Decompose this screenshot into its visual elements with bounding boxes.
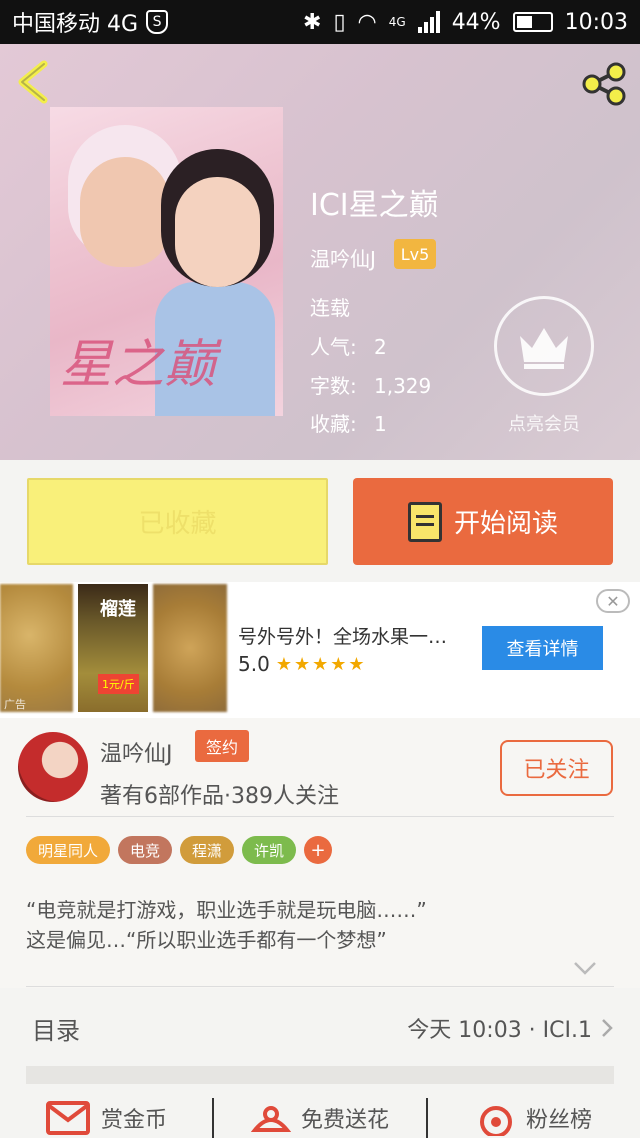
ad-image-durian: 榴莲 1元/斤	[78, 584, 148, 712]
signed-badge: 签约	[195, 730, 249, 762]
star-icons: ★★★★★	[275, 653, 367, 675]
book-cover[interactable]: 星之巅	[50, 107, 283, 416]
author-card-name[interactable]: 温吟仙J	[100, 736, 173, 768]
free-flower-button[interactable]: 免费送花	[214, 1098, 426, 1138]
cover-figure-right	[175, 177, 260, 287]
cover-title: 星之巅	[60, 335, 217, 395]
description-line: “电竞就是打游戏，职业选手就是玩电脑……”	[26, 898, 427, 922]
author-avatar[interactable]	[18, 732, 88, 802]
status-bar: 中国移动 4G S ✱ ▯ ◠ 4G 44% 10:03	[0, 0, 640, 44]
ad-image-label: 榴莲	[100, 599, 136, 620]
ad-details-button[interactable]: 查看详情	[482, 626, 603, 670]
divider	[26, 986, 614, 987]
catalog-update-text: 今天 10:03 · ICI.1	[407, 1018, 592, 1043]
free-flower-label: 免费送花	[300, 1108, 389, 1133]
book-status: 连载	[310, 296, 350, 320]
divider	[26, 816, 614, 817]
chevron-left-icon	[18, 60, 48, 104]
book-title: ICI星之巅	[310, 188, 439, 223]
tag-list: 明星同人 电竞 程潇 许凯 +	[26, 836, 333, 864]
author-name[interactable]: 温吟仙J	[310, 243, 376, 272]
bluetooth-icon: ✱	[303, 9, 322, 35]
flower-icon	[250, 1106, 291, 1132]
vibrate-icon: ▯	[333, 9, 346, 35]
level-badge: Lv5	[394, 239, 436, 269]
back-button[interactable]	[14, 60, 54, 104]
cover-figure-left	[80, 157, 170, 267]
ad-text: 号外号外！全场水果一…	[238, 626, 448, 648]
ad-image-right	[153, 584, 227, 712]
description-line: 这是偏见…“所以职业选手都有一个梦想”	[26, 928, 387, 952]
start-reading-label: 开始阅读	[453, 509, 558, 539]
catalog-row[interactable]: 目录 今天 10:03 · ICI.1	[26, 990, 614, 1066]
crown-icon	[520, 328, 568, 369]
share-button[interactable]	[580, 62, 628, 106]
meta-popularity: 人气: 2	[310, 335, 387, 359]
expand-chevron-icon[interactable]	[572, 958, 598, 978]
catalog-label: 目录	[32, 1016, 80, 1045]
add-tag-button[interactable]: +	[304, 836, 333, 864]
target-icon	[479, 1106, 512, 1136]
ad-tag: 广告	[4, 698, 26, 711]
wifi-icon: ◠	[357, 9, 377, 35]
book-icon	[407, 501, 442, 542]
meta-word-count: 字数: 1,329	[310, 374, 432, 398]
vip-label: 点亮会员	[508, 414, 580, 435]
collected-button[interactable]: 已收藏	[27, 478, 328, 565]
section-spacer	[26, 1066, 614, 1084]
ad-close-button[interactable]: ✕	[596, 589, 630, 613]
share-icon	[582, 62, 626, 106]
tag-item[interactable]: 电竞	[118, 836, 173, 864]
network-type: 4G	[388, 15, 406, 29]
tag-item[interactable]: 明星同人	[26, 836, 111, 864]
start-reading-button[interactable]: 开始阅读	[353, 478, 613, 565]
signal-icon	[417, 11, 440, 33]
tag-item[interactable]: 许凯	[242, 836, 297, 864]
chevron-right-icon	[602, 1019, 613, 1037]
meta-favorites: 收藏: 1	[310, 412, 387, 436]
author-stats: 著有6部作品·389人关注	[100, 784, 339, 809]
followed-button[interactable]: 已关注	[500, 740, 613, 796]
book-description[interactable]: “电竞就是打游戏，职业选手就是玩电脑……” 这是偏见…“所以职业选手都有一个梦想…	[26, 895, 616, 955]
carrier-label: 中国移动 4G	[12, 12, 139, 37]
fan-ranking-label: 粉丝榜	[525, 1108, 592, 1133]
vip-button[interactable]	[494, 296, 594, 396]
catalog-latest: 今天 10:03 · ICI.1	[407, 1012, 614, 1044]
tag-item[interactable]: 程潇	[180, 836, 235, 864]
battery-icon	[512, 12, 553, 32]
clock: 10:03	[564, 9, 628, 35]
ad-image-left	[0, 584, 73, 712]
security-shield-icon: S	[146, 10, 169, 34]
envelope-icon	[45, 1101, 90, 1135]
ad-image-price: 1元/斤	[98, 674, 139, 694]
battery-percent: 44%	[451, 9, 501, 35]
reward-coins-button[interactable]: 赏金币	[0, 1098, 212, 1138]
reward-coins-label: 赏金币	[100, 1108, 167, 1133]
fan-ranking-button[interactable]: 粉丝榜	[428, 1098, 640, 1138]
bottom-action-bar: 赏金币 免费送花 粉丝榜	[0, 1098, 640, 1138]
ad-rating-value: 5.0	[238, 652, 270, 676]
ad-rating: 5.0 ★★★★★	[238, 652, 367, 676]
